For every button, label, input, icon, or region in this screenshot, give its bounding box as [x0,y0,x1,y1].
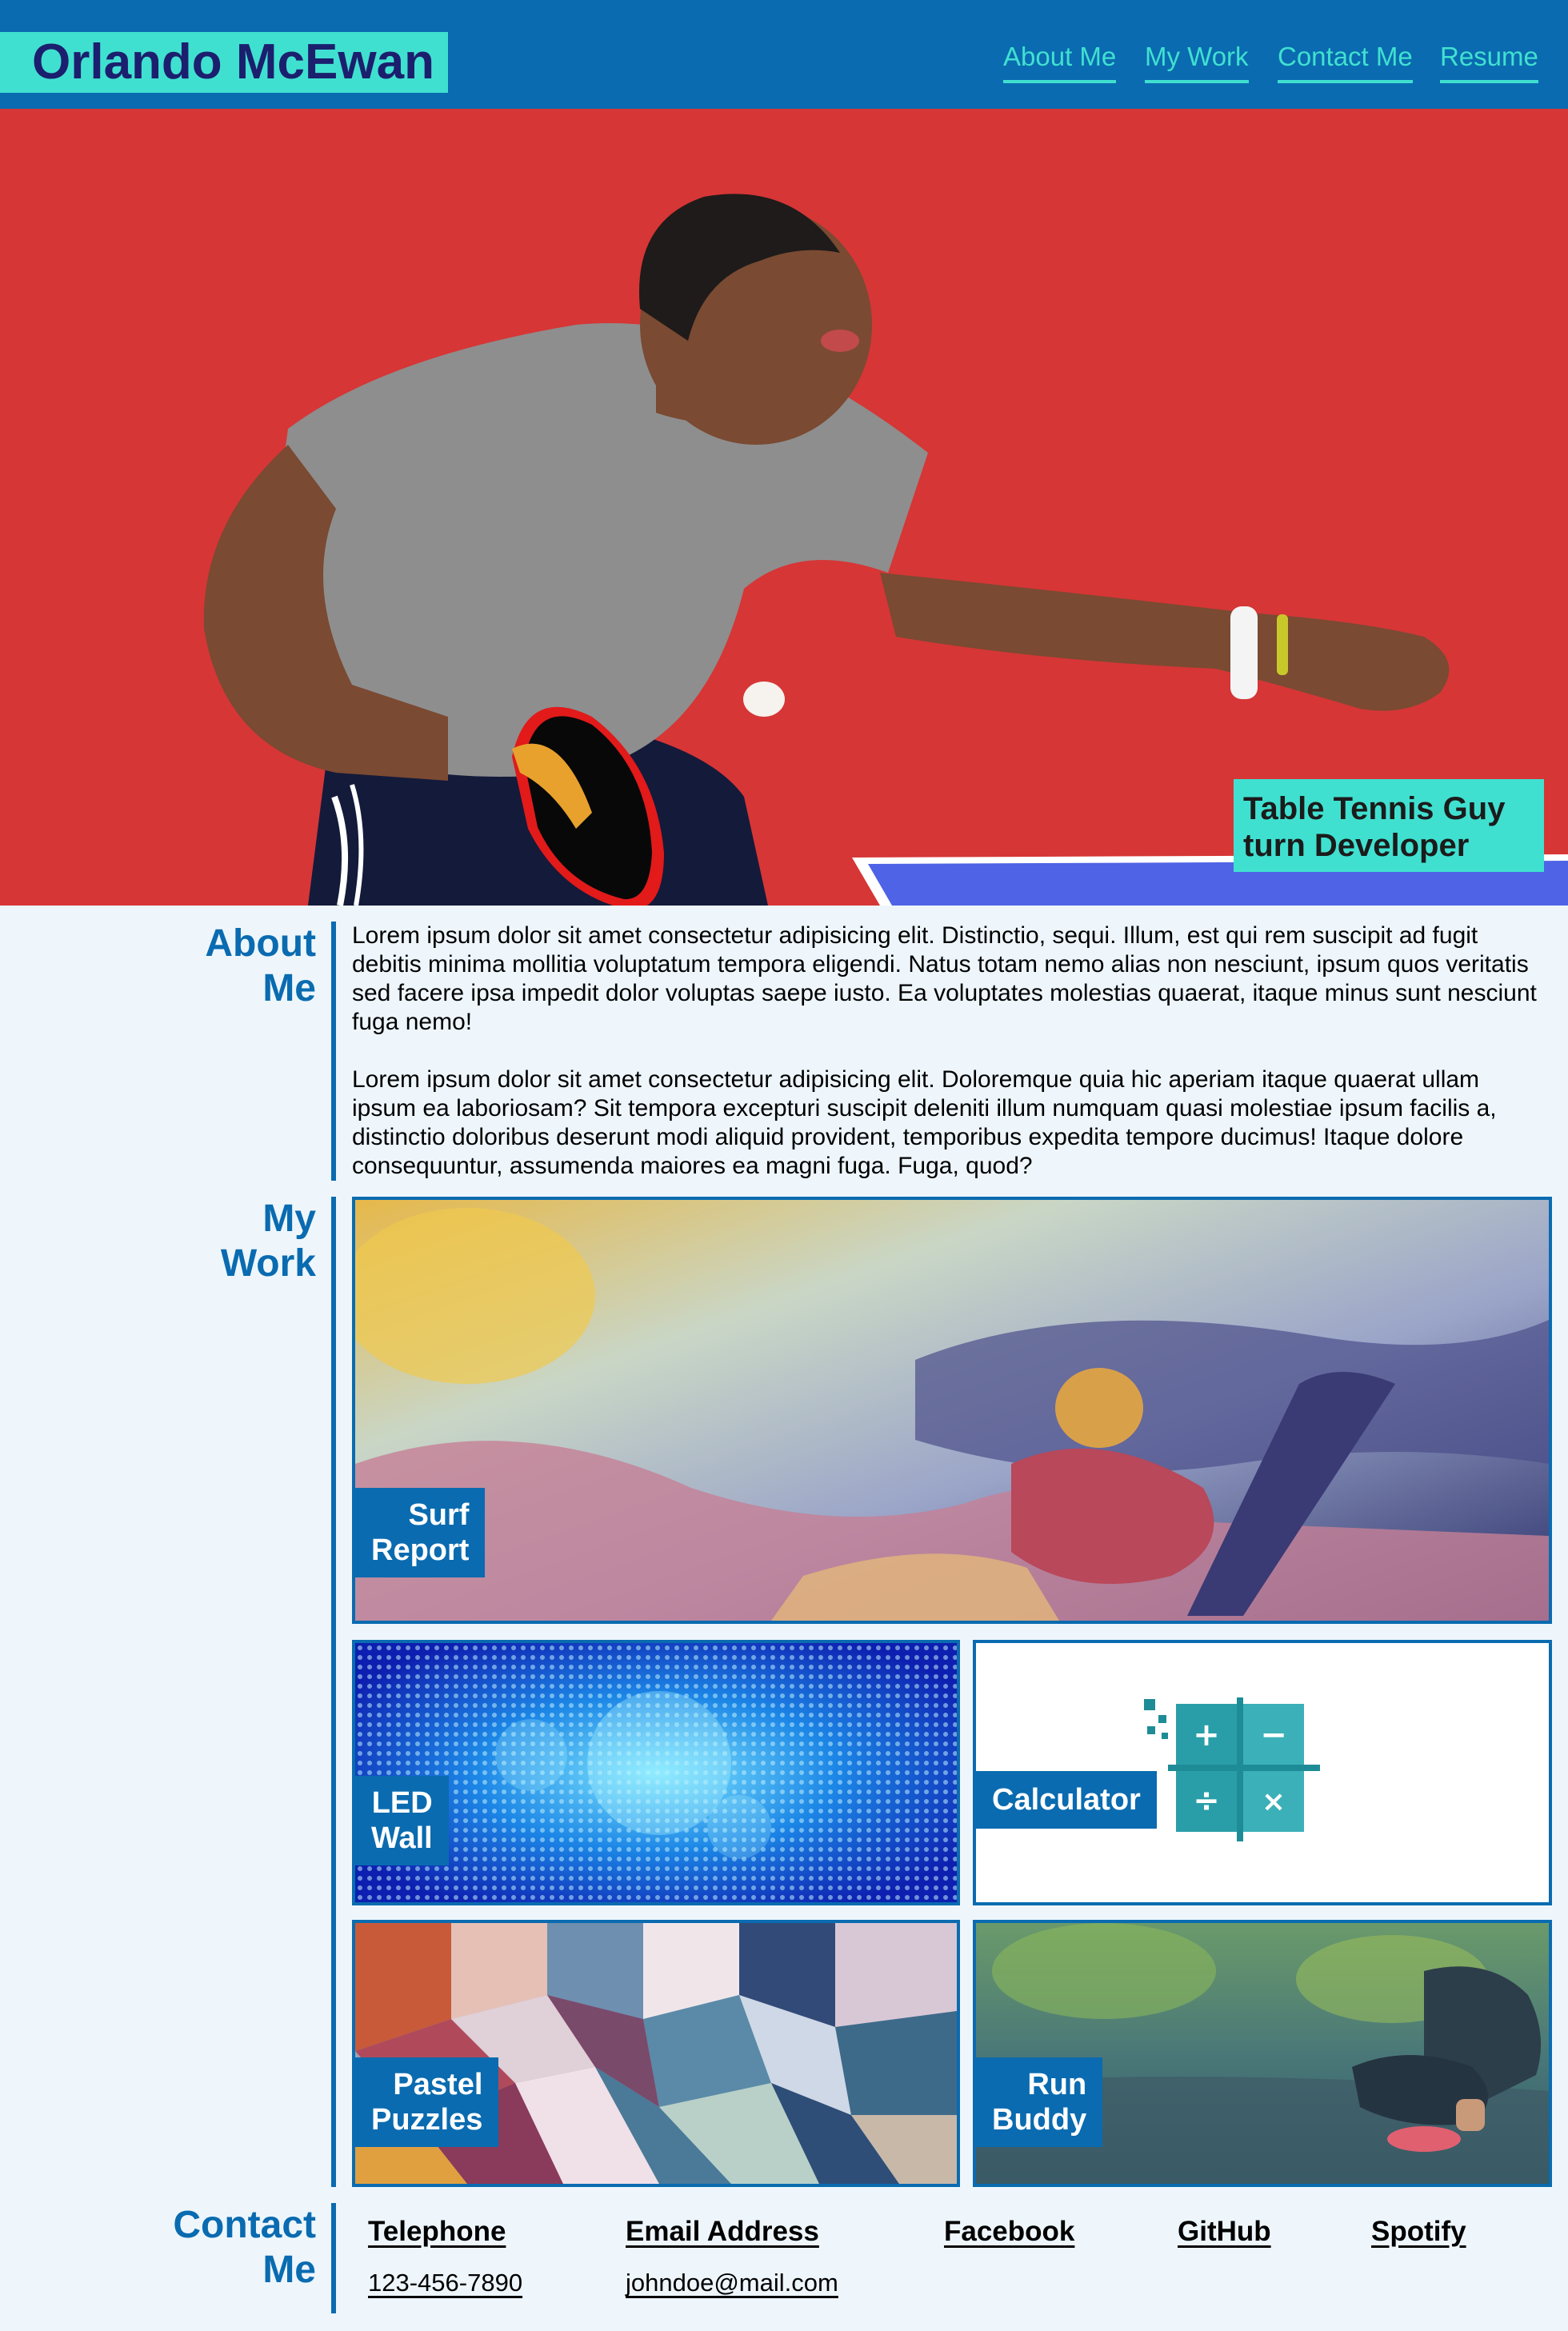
nav-resume[interactable]: Resume [1440,42,1538,83]
contact-facebook-link[interactable]: Facebook [944,2216,1074,2248]
work-title-line2: Work [220,1242,316,1285]
contact-email-link[interactable]: Email Address [626,2216,819,2248]
hero-caption-line2: turn Developer [1243,828,1470,863]
about-section-title: About Me [0,922,316,1011]
about-title-line1: About [205,922,316,965]
hero-caption: Table Tennis Guy turn Developer [1234,779,1544,872]
contact-telephone-link[interactable]: Telephone [368,2216,506,2248]
about-divider [331,922,336,1181]
project-label-led-wall[interactable]: LED Wall [355,1776,449,1865]
project-label-line1: Run [1027,2068,1087,2101]
contact-divider [331,2203,336,2313]
about-paragraph-2: Lorem ipsum dolor sit amet consectetur a… [352,1066,1497,1179]
project-label-line1: LED [371,1786,433,1820]
hero-caption-line1: Table Tennis Guy [1243,791,1506,826]
about-paragraph-1: Lorem ipsum dolor sit amet consectetur a… [352,922,1537,1035]
project-label-run-buddy[interactable]: Run Buddy [976,2057,1103,2147]
nav-contact-me[interactable]: Contact Me [1278,42,1413,83]
work-divider [331,1197,336,2187]
project-card-surf-report[interactable]: Surf Report [352,1197,1552,1624]
site-name-badge[interactable]: Orlando McEwan [0,32,448,93]
about-title-line2: Me [262,967,316,1010]
project-label-line1: Surf [408,1498,470,1532]
hero-banner: Table Tennis Guy turn Developer [0,109,1568,906]
contact-title-line1: Contact [173,2204,316,2246]
nav-about-me[interactable]: About Me [1003,42,1117,83]
contact-github-link[interactable]: GitHub [1178,2216,1271,2248]
surf-report-image [355,1200,1549,1621]
work-title-line1: My [262,1197,316,1240]
svg-text:×: × [1262,1785,1286,1818]
project-label-line2: Wall [371,1821,433,1855]
work-section-title: My Work [0,1197,316,1286]
project-card-run-buddy[interactable]: Run Buddy [973,1920,1552,2187]
contact-telephone-value[interactable]: 123-456-7890 [368,2269,522,2297]
project-label-calculator[interactable]: Calculator [976,1771,1157,1829]
project-label-line1: Pastel [393,2068,483,2101]
project-label-line1: Calculator [992,1783,1141,1817]
project-card-calculator[interactable]: + − ÷ × Calculator [973,1640,1552,1905]
site-header: Orlando McEwan About Me My Work Contact … [0,0,1568,109]
contact-title-line2: Me [262,2249,316,2291]
contact-email-value[interactable]: johndoe@mail.com [626,2269,838,2297]
site-name[interactable]: Orlando McEwan [32,32,434,93]
project-card-led-wall[interactable]: LED Wall [352,1640,960,1905]
svg-text:+: + [1193,1717,1220,1753]
contact-section-title: Contact Me [0,2203,316,2293]
project-label-line2: Report [371,1533,470,1567]
contact-spotify-link[interactable]: Spotify [1371,2216,1466,2248]
project-label-line2: Puzzles [371,2103,483,2137]
nav-my-work[interactable]: My Work [1145,42,1249,83]
project-label-surf-report[interactable]: Surf Report [355,1488,486,1577]
project-card-pastel-puzzles[interactable]: Pastel Puzzles [352,1920,960,2187]
svg-text:−: − [1260,1717,1287,1753]
project-label-line2: Buddy [992,2103,1087,2137]
svg-text:÷: ÷ [1193,1782,1220,1819]
project-label-pastel-puzzles[interactable]: Pastel Puzzles [355,2057,499,2147]
